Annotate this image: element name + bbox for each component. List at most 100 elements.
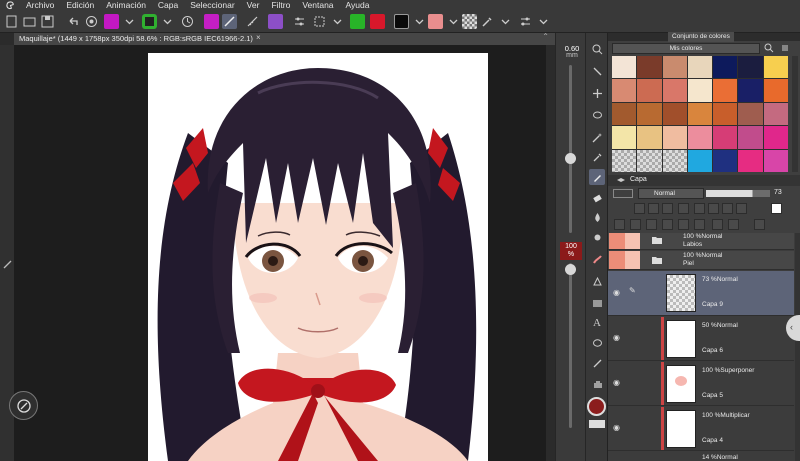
- menu-ventana[interactable]: Ventana: [296, 0, 339, 11]
- layer-opacity-slider[interactable]: [706, 190, 770, 197]
- dropdown-arrow-icon[interactable]: [536, 14, 551, 29]
- fill-selection-icon[interactable]: [204, 14, 219, 29]
- menu-seleccionar[interactable]: Seleccionar: [184, 0, 240, 11]
- blend-tool-icon[interactable]: [589, 209, 605, 225]
- palette-select[interactable]: Mis colores: [612, 43, 760, 54]
- color-swatch[interactable]: [713, 126, 738, 149]
- menu-edicion[interactable]: Edición: [60, 0, 100, 11]
- ruler-icon[interactable]: [245, 14, 260, 29]
- layer-reference-icon[interactable]: [350, 14, 365, 29]
- undo-icon[interactable]: [66, 14, 81, 29]
- balloon-tool-icon[interactable]: [589, 335, 605, 351]
- color-swatch[interactable]: [612, 56, 637, 79]
- save-icon[interactable]: [40, 14, 55, 29]
- delete-layer-icon[interactable]: [728, 219, 739, 230]
- color-swatch[interactable]: [612, 79, 637, 102]
- eyedropper-tool-icon[interactable]: [589, 149, 605, 165]
- layer-row-partial[interactable]: 14 %Normal: [608, 452, 794, 461]
- transform-icon[interactable]: [142, 14, 157, 29]
- color-swatch[interactable]: [738, 149, 763, 172]
- color-swatch[interactable]: [637, 102, 662, 126]
- color-swatch[interactable]: [662, 149, 687, 172]
- palette-settings-icon[interactable]: [764, 43, 774, 55]
- gradient-tool-icon[interactable]: [589, 295, 605, 311]
- color-swatch[interactable]: [713, 56, 738, 79]
- color-swatch[interactable]: [713, 102, 738, 126]
- combine-down-icon[interactable]: [678, 219, 689, 230]
- color-swatch[interactable]: [612, 126, 637, 149]
- brush-size-slider[interactable]: [569, 65, 572, 233]
- hand-tool-icon[interactable]: [589, 375, 605, 391]
- color-swatch[interactable]: [662, 102, 687, 126]
- color-swatch[interactable]: [687, 102, 713, 126]
- new-folder-icon[interactable]: [646, 219, 657, 230]
- pen-tool-icon[interactable]: [589, 169, 605, 185]
- pen-edit-icon[interactable]: ✎: [625, 271, 640, 315]
- brush-opacity-box[interactable]: 100 %: [560, 242, 582, 260]
- layer-tab[interactable]: Capa: [630, 176, 647, 183]
- layer-opacity-value[interactable]: 73: [774, 189, 782, 196]
- color-swatch[interactable]: [738, 79, 763, 102]
- text-tool-icon[interactable]: A: [589, 315, 605, 331]
- color-swatch[interactable]: [763, 79, 788, 102]
- layer-row-capa-9[interactable]: ◉ ✎ 73 %Normal Capa 9: [608, 271, 794, 316]
- brush-settings-icon[interactable]: [222, 14, 237, 29]
- color-swatch[interactable]: [687, 149, 713, 172]
- transfer-down-icon[interactable]: [662, 219, 673, 230]
- layer-row-labios[interactable]: 100 %Normal Labios: [608, 233, 794, 250]
- color-swatch[interactable]: [612, 149, 637, 172]
- draft-layer-icon[interactable]: [736, 203, 747, 214]
- layer-lock-cell[interactable]: [625, 251, 640, 269]
- erase-selection-icon[interactable]: [104, 14, 119, 29]
- dropdown-arrow-icon[interactable]: [122, 14, 137, 29]
- main-color-indicator[interactable]: [587, 397, 606, 416]
- layer-row-piel[interactable]: 100 %Normal Piel: [608, 251, 794, 270]
- color-swatch[interactable]: [637, 149, 662, 172]
- menu-filtro[interactable]: Filtro: [265, 0, 296, 11]
- color-set-tab[interactable]: Conjunto de colores: [668, 32, 734, 42]
- color-swatch[interactable]: [738, 126, 763, 149]
- layer-lock-cell[interactable]: [625, 233, 640, 249]
- brush-opacity-slider[interactable]: [569, 263, 572, 428]
- brush-opacity-handle[interactable]: [565, 264, 576, 275]
- visibility-eye-icon[interactable]: [609, 233, 625, 249]
- visibility-eye-icon[interactable]: [609, 452, 625, 461]
- color-swatch[interactable]: [713, 149, 738, 172]
- new-file-icon[interactable]: [4, 14, 19, 29]
- document-tab[interactable]: Maquillaje* (1449 x 1758px 350dpi 58.6% …: [14, 32, 555, 45]
- layer-mask-icon[interactable]: [370, 14, 385, 29]
- layer-color-icon[interactable]: [722, 203, 733, 214]
- visibility-eye-icon[interactable]: ◉: [609, 271, 625, 315]
- color-swatch[interactable]: [738, 102, 763, 126]
- layer-color-swatch[interactable]: [771, 203, 782, 214]
- color-swatch[interactable]: [763, 56, 788, 79]
- transparent-color-swatch[interactable]: [462, 14, 477, 29]
- reference-layer-icon[interactable]: [648, 203, 659, 214]
- artwork-canvas[interactable]: [148, 53, 488, 461]
- eyedropper-icon[interactable]: [480, 14, 495, 29]
- menu-ver[interactable]: Ver: [241, 0, 266, 11]
- menu-animacion[interactable]: Animación: [100, 0, 152, 11]
- visibility-eye-icon[interactable]: ◉: [609, 362, 625, 405]
- magic-wand-tool-icon[interactable]: [589, 129, 605, 145]
- menu-capa[interactable]: Capa: [152, 0, 184, 11]
- color-swatch[interactable]: [687, 56, 713, 79]
- move-layer-tool-icon[interactable]: [589, 85, 605, 101]
- close-tab-icon[interactable]: ×: [256, 33, 261, 42]
- color-swatch[interactable]: [763, 102, 788, 126]
- lock-transparent-icon[interactable]: [678, 203, 689, 214]
- color-swatch[interactable]: [662, 56, 687, 79]
- color-swatch[interactable]: [612, 102, 637, 126]
- lock-layer-icon[interactable]: [662, 203, 673, 214]
- color-swatch[interactable]: [687, 79, 713, 102]
- quick-access-button[interactable]: [9, 391, 38, 420]
- correct-line-tool-icon[interactable]: [589, 355, 605, 371]
- color-set-scrollbar[interactable]: [792, 56, 798, 172]
- zoom-tool-icon[interactable]: [589, 41, 605, 57]
- sliders-icon[interactable]: [518, 14, 533, 29]
- pen-icon[interactable]: [3, 260, 12, 271]
- selection-area-icon[interactable]: [312, 14, 327, 29]
- dropdown-arrow-icon[interactable]: [498, 14, 513, 29]
- color-swatch[interactable]: [763, 149, 788, 172]
- palette-menu-icon[interactable]: [780, 43, 790, 55]
